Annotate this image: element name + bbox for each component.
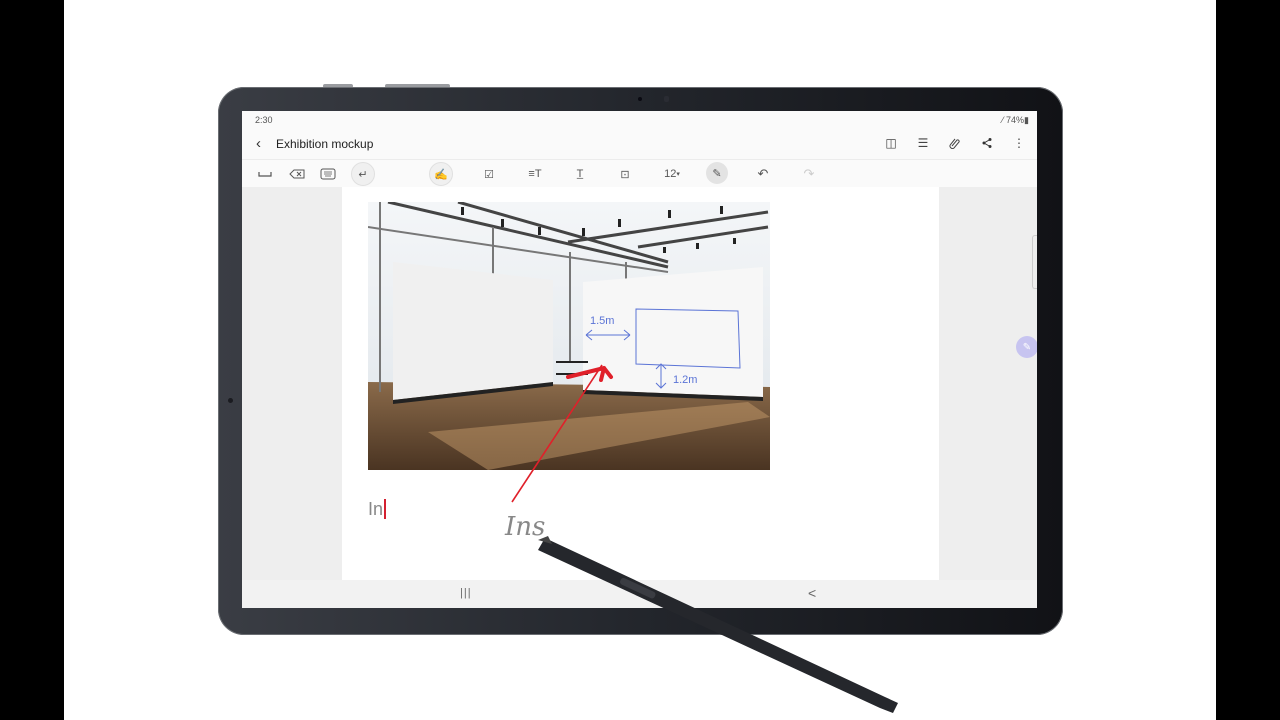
handwriting-stroke: Ins [505, 512, 546, 542]
font-size-value: 12 [664, 168, 677, 180]
backspace-key-icon[interactable] [288, 165, 306, 183]
caret-down-icon: ▾ [676, 171, 680, 178]
nav-back-button[interactable]: < [808, 585, 816, 601]
status-bar: 2:30 ⁄ 74%▮ [242, 111, 1037, 129]
light-sensor [664, 96, 669, 102]
tablet-screen: 2:30 ⁄ 74%▮ ‹ Exhibition mockup ◫ ☰ ⋮ ↵ … [242, 111, 1037, 608]
note-title: Exhibition mockup [276, 137, 374, 151]
red-arrow-stroke [511, 364, 603, 503]
left-margin [242, 187, 342, 580]
redo-icon[interactable]: ↷ [800, 165, 818, 183]
app-bar-actions: ◫ ☰ ⋮ [883, 135, 1027, 151]
status-time: 2:30 [255, 115, 273, 125]
height-annotation: 1.2m [673, 374, 697, 386]
book-view-icon[interactable]: ◫ [883, 135, 899, 151]
battery-indicator: ⁄ 74%▮ [1002, 115, 1029, 125]
undo-icon[interactable]: ↶ [754, 165, 772, 183]
width-annotation: 1.5m [590, 315, 614, 327]
text-box-icon[interactable]: ⊡ [616, 165, 634, 183]
typed-text-value: In [368, 499, 384, 519]
pogo-pin [228, 398, 233, 403]
letterbox-right [1216, 0, 1280, 720]
underline-text-icon[interactable]: T̲ [571, 165, 589, 183]
right-margin [939, 187, 1037, 580]
enter-key-icon[interactable]: ↵ [351, 162, 375, 186]
handwriting-icon[interactable]: ✍ [429, 162, 453, 186]
pen-mode-icon[interactable]: ✎ [706, 162, 728, 184]
letterbox-left [0, 0, 64, 720]
attach-icon[interactable] [947, 135, 963, 151]
floating-pen-icon[interactable]: ✎ [1016, 336, 1037, 358]
note-page[interactable]: 1.5m 1.2m In Ins [342, 187, 939, 580]
front-camera [638, 97, 642, 101]
typed-text[interactable]: In [368, 499, 387, 520]
recent-apps-button[interactable]: ||| [460, 587, 472, 599]
share-icon[interactable] [979, 135, 995, 151]
chevron-left-icon[interactable]: ‹ [256, 135, 261, 152]
handwriting-toolbar: ↵ ✍ ☑ ≡T T̲ ⊡ 12 ▾ ✎ ↶ ↷ [242, 159, 1037, 189]
font-size-dropdown[interactable]: 12 ▾ [660, 165, 684, 183]
space-key-icon[interactable] [256, 165, 274, 183]
page-list-icon[interactable]: ☰ [915, 135, 931, 151]
app-bar: ‹ Exhibition mockup ◫ ☰ ⋮ [242, 129, 1037, 159]
navigation-bar: ||| < [242, 580, 1037, 608]
edge-panel-handle[interactable] [1032, 235, 1037, 289]
checkbox-icon[interactable]: ☑ [480, 165, 498, 183]
more-icon[interactable]: ⋮ [1011, 135, 1027, 151]
text-cursor [384, 499, 387, 519]
text-style-icon[interactable]: ≡T [526, 165, 544, 183]
battery-level: 74% [1006, 115, 1025, 125]
keyboard-key-icon[interactable] [319, 165, 337, 183]
